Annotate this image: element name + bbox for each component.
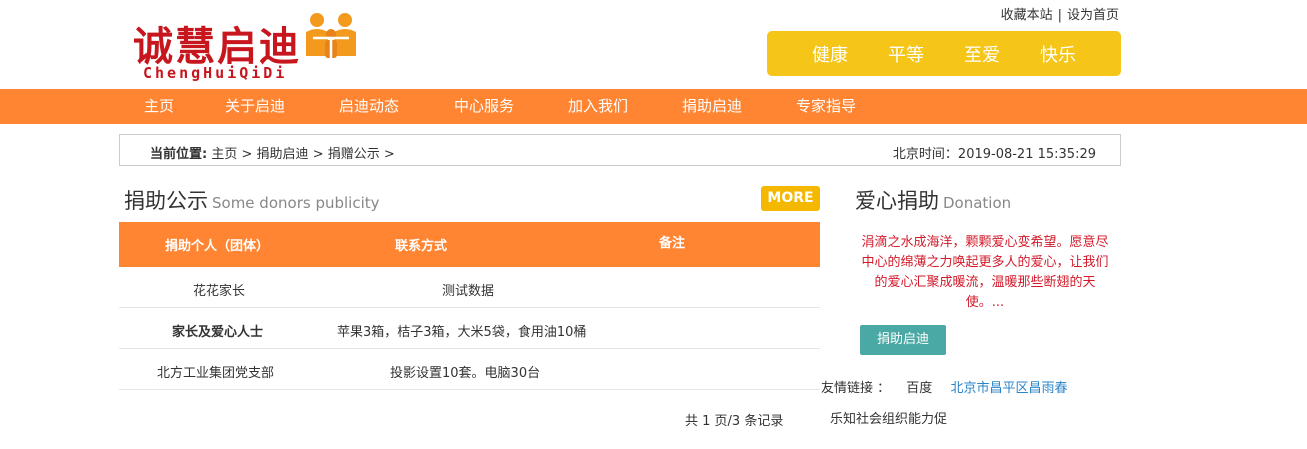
cell-donor: 花花家长 — [193, 284, 246, 299]
publicity-title-cn: 捐助公示 — [124, 189, 208, 213]
nav-item-news[interactable]: 启迪动态 — [339, 89, 399, 124]
header-contact: 联系方式 — [395, 239, 448, 254]
breadcrumb: 当前位置: 主页 > 捐助启迪 > 捐赠公示 > 北京时间：2019-08-21… — [119, 134, 1121, 166]
donate-button[interactable]: 捐助启迪 — [860, 325, 946, 355]
top-links-separator: | — [1057, 8, 1062, 23]
friend-link-changping[interactable]: 北京市昌平区昌雨春 — [950, 381, 1067, 396]
table-row: 北方工业集团党支部 投影设置10套。电脑30台 — [119, 349, 820, 390]
nav-item-experts[interactable]: 专家指导 — [796, 89, 856, 124]
slogan-word: 快乐 — [1040, 44, 1076, 66]
donation-title-cn: 爱心捐助 — [855, 189, 939, 213]
slogan-word: 至爱 — [964, 44, 1000, 66]
main-nav: 主页 关于启迪 启迪动态 中心服务 加入我们 捐助启迪 专家指导 — [0, 89, 1307, 124]
breadcrumb-home[interactable]: 主页 — [211, 147, 237, 162]
set-homepage-link[interactable]: 设为首页 — [1067, 8, 1119, 23]
breadcrumb-publicity[interactable]: 捐赠公示 — [328, 147, 380, 162]
friend-link-baidu[interactable]: 百度 — [906, 381, 932, 396]
beijing-time: 北京时间：2019-08-21 15:35:29 — [893, 143, 1096, 162]
publicity-title: 捐助公示 Some donors publicity — [124, 185, 380, 215]
more-button[interactable]: MORE — [761, 186, 820, 211]
time-label: 北京时间： — [892, 147, 958, 162]
table-header: 捐助个人（团体） 联系方式 备注 — [119, 222, 820, 267]
donation-description: 涓滴之水成海洋，颗颗爱心变希望。愿意尽中心的绵薄之力唤起更多人的爱心，让我们的爱… — [861, 235, 1109, 310]
nav-item-about[interactable]: 关于启迪 — [225, 89, 285, 124]
friend-links: 友情链接 ： 百度 北京市昌平区昌雨春 — [821, 377, 1067, 396]
cell-contact: 苹果3箱，桔子3箱，大米5袋，食用油10桶 — [337, 325, 587, 340]
breadcrumb-arrow: > — [312, 147, 324, 162]
header-note: 备注 — [659, 236, 686, 251]
cell-donor: 家长及爱心人士 — [172, 325, 264, 340]
publicity-title-en: Some donors publicity — [212, 194, 380, 212]
cell-donor: 北方工业集团党支部 — [157, 366, 275, 381]
nav-item-home[interactable]: 主页 — [144, 89, 174, 124]
logo-english-text: ChengHuiQiDi — [143, 64, 288, 82]
publicity-table: 捐助个人（团体） 联系方式 备注 花花家长 测试数据 家长及爱心人士 苹果3箱，… — [119, 222, 820, 390]
breadcrumb-label: 当前位置: — [150, 147, 208, 162]
breadcrumb-arrow: > — [383, 147, 395, 162]
time-value: 2019-08-21 15:35:29 — [957, 147, 1096, 162]
donation-title: 爱心捐助 Donation — [855, 185, 1011, 215]
donation-title-en: Donation — [943, 194, 1012, 212]
nav-item-services[interactable]: 中心服务 — [454, 89, 514, 124]
family-icon — [306, 13, 356, 62]
table-row: 家长及爱心人士 苹果3箱，桔子3箱，大米5袋，食用油10桶 — [119, 308, 820, 349]
pagination-info: 共 1 页/3 条记录 — [685, 414, 784, 429]
breadcrumb-donate[interactable]: 捐助启迪 — [257, 147, 309, 162]
nav-item-join[interactable]: 加入我们 — [568, 89, 628, 124]
top-links: 收藏本站 | 设为首页 — [1001, 4, 1119, 23]
nav-item-donate[interactable]: 捐助启迪 — [682, 89, 742, 124]
table-row: 花花家长 测试数据 — [119, 267, 820, 308]
friend-links-label: 友情链接 ： — [821, 381, 891, 396]
slogan-word: 平等 — [888, 44, 924, 66]
bookmark-link[interactable]: 收藏本站 — [1001, 8, 1053, 23]
cell-contact: 测试数据 — [442, 284, 495, 299]
header-donor: 捐助个人（团体） — [165, 239, 270, 254]
friend-link-lezhi[interactable]: 乐知社会组织能力促 — [830, 408, 947, 427]
cell-contact: 投影设置10套。电脑30台 — [390, 366, 541, 381]
slogan-word: 健康 — [812, 44, 848, 66]
site-logo[interactable]: 诚慧启迪 ChengHuiQiDi — [133, 8, 373, 86]
breadcrumb-arrow: > — [241, 147, 253, 162]
slogan-banner: 健康 平等 至爱 快乐 — [767, 31, 1121, 76]
